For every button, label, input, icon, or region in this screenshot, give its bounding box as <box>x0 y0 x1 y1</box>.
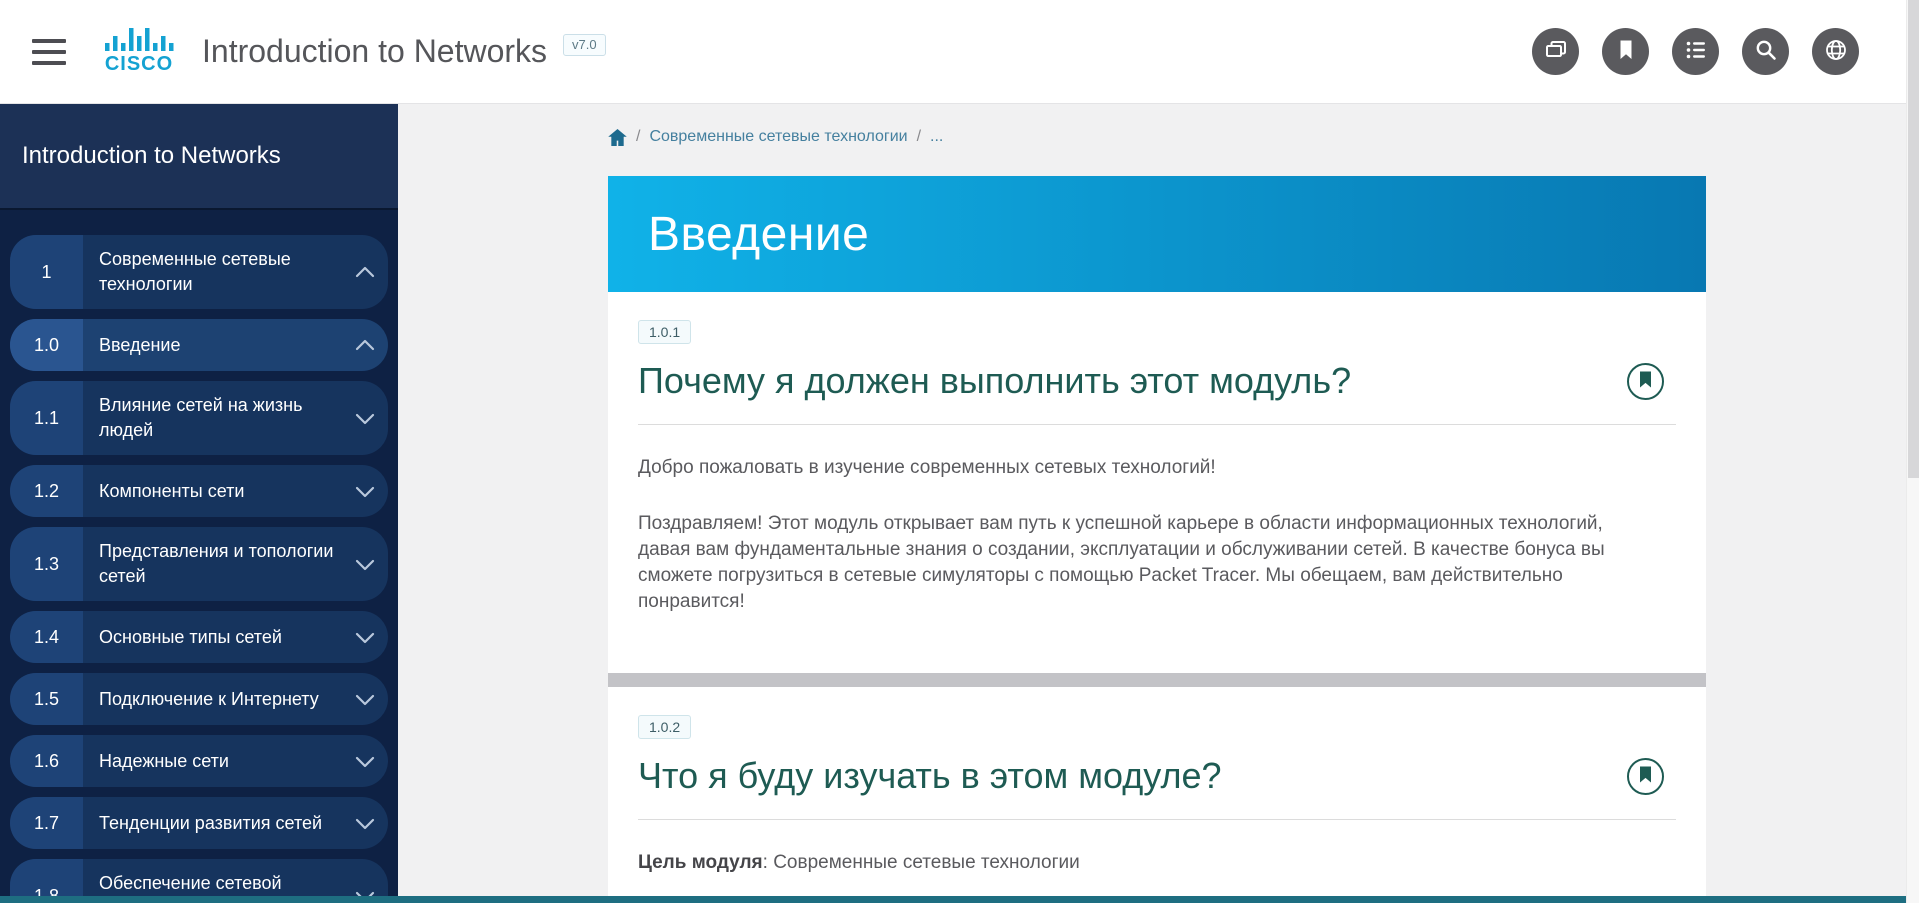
content-section: 1.0.2 Что я буду изучать в этом модуле? Це… <box>608 687 1706 903</box>
sidebar-item-label: Представления и топологии сетей <box>83 527 342 601</box>
sidebar-item-1.4[interactable]: 1.4Основные типы сетей <box>10 611 388 663</box>
bookmark-icon <box>1639 371 1652 391</box>
cisco-logo[interactable]: CISCO <box>102 27 176 76</box>
sidebar-title: Introduction to Networks <box>0 104 398 210</box>
banner-title: Введение <box>648 207 869 262</box>
bookmark-icon <box>1639 766 1652 786</box>
breadcrumb-separator: / <box>636 128 640 146</box>
sidebar-item-1.7[interactable]: 1.7Тенденции развития сетей <box>10 797 388 849</box>
section-badge: 1.0.2 <box>638 715 691 739</box>
pages-icon <box>1543 37 1569 66</box>
sidebar-item-1.0[interactable]: 1.0Введение <box>10 319 388 371</box>
list-button[interactable] <box>1672 28 1719 75</box>
heading-divider <box>638 819 1676 820</box>
sidebar-item-label: Подключение к Интернету <box>83 673 342 725</box>
chevron-down-icon <box>342 611 388 663</box>
sidebar-nav: 1Современные сетевые технологии1.0Введен… <box>0 210 398 903</box>
bookmark-icon <box>1614 38 1638 65</box>
scrollbar[interactable] <box>1906 0 1919 903</box>
sidebar-item-label: Введение <box>83 319 342 371</box>
sidebar-item-label: Компоненты сети <box>83 465 342 517</box>
search-icon <box>1753 37 1779 66</box>
sidebar: Introduction to Networks 1Современные се… <box>0 104 398 903</box>
menu-button[interactable] <box>32 39 66 65</box>
paragraph: Поздравляем! Этот модуль открывает вам п… <box>638 511 1658 615</box>
sidebar-item-1.5[interactable]: 1.5Подключение к Интернету <box>10 673 388 725</box>
app-root: CISCO Introduction to Networks v7.0 Intr… <box>0 0 1919 903</box>
sidebar-item-number: 1.7 <box>10 797 83 849</box>
heading-divider <box>638 424 1676 425</box>
pages-button[interactable] <box>1532 28 1579 75</box>
header-actions <box>1509 28 1859 75</box>
chevron-up-icon <box>342 235 388 309</box>
globe-button[interactable] <box>1812 28 1859 75</box>
paragraph: Цель модуля: Современные сетевые техноло… <box>638 850 1658 876</box>
sidebar-item-number: 1.4 <box>10 611 83 663</box>
sidebar-item-label: Тенденции развития сетей <box>83 797 342 849</box>
main-content: / Современные сетевые технологии / ... В… <box>398 104 1919 903</box>
scrollbar-thumb[interactable] <box>1908 0 1919 478</box>
module-banner: Введение <box>608 176 1706 292</box>
section-heading-row: Что я буду изучать в этом модуле? <box>638 755 1676 797</box>
sidebar-item-1.1[interactable]: 1.1Влияние сетей на жизнь людей <box>10 381 388 455</box>
footer-strip <box>0 896 1919 903</box>
sidebar-item-number: 1.2 <box>10 465 83 517</box>
sections-container: 1.0.1 Почему я должен выполнить этот моду… <box>608 292 1919 903</box>
content-section: 1.0.1 Почему я должен выполнить этот моду… <box>608 292 1706 673</box>
sidebar-item-label: Влияние сетей на жизнь людей <box>83 381 342 455</box>
section-title: Что я буду изучать в этом модуле? <box>638 755 1607 797</box>
bookmark-toggle-button[interactable] <box>1627 363 1664 400</box>
sidebar-item-1[interactable]: 1Современные сетевые технологии <box>10 235 388 309</box>
paragraph-lead: Цель модуля <box>638 852 763 873</box>
cisco-logo-text: CISCO <box>105 53 173 76</box>
sidebar-item-1.2[interactable]: 1.2Компоненты сети <box>10 465 388 517</box>
breadcrumb: / Современные сетевые технологии / ... <box>608 125 1919 149</box>
bookmark-button[interactable] <box>1602 28 1649 75</box>
sidebar-item-1.3[interactable]: 1.3Представления и топологии сетей <box>10 527 388 601</box>
chevron-down-icon <box>342 527 388 601</box>
chevron-up-icon <box>342 319 388 371</box>
sidebar-item-label: Современные сетевые технологии <box>83 235 342 309</box>
header: CISCO Introduction to Networks v7.0 <box>0 0 1919 104</box>
sidebar-item-label: Основные типы сетей <box>83 611 342 663</box>
breadcrumb-ellipsis[interactable]: ... <box>930 128 943 146</box>
paragraph: Добро пожаловать в изучение современных … <box>638 455 1658 481</box>
sidebar-item-number: 1.6 <box>10 735 83 787</box>
section-badge: 1.0.1 <box>638 320 691 344</box>
bookmark-toggle-button[interactable] <box>1627 758 1664 795</box>
chevron-down-icon <box>342 673 388 725</box>
section-heading-row: Почему я должен выполнить этот модуль? <box>638 360 1676 402</box>
version-badge: v7.0 <box>563 34 606 56</box>
chevron-down-icon <box>342 797 388 849</box>
list-icon <box>1683 37 1709 66</box>
cisco-logo-bars-icon <box>102 27 176 52</box>
sidebar-item-1.6[interactable]: 1.6Надежные сети <box>10 735 388 787</box>
course-title: Introduction to Networks <box>202 33 547 70</box>
sidebar-item-number: 1 <box>10 235 83 309</box>
search-button[interactable] <box>1742 28 1789 75</box>
breadcrumb-separator: / <box>917 128 921 146</box>
sidebar-item-number: 1.5 <box>10 673 83 725</box>
sidebar-item-number: 1.0 <box>10 319 83 371</box>
home-icon[interactable] <box>608 129 627 146</box>
chevron-down-icon <box>342 381 388 455</box>
breadcrumb-link[interactable]: Современные сетевые технологии <box>649 128 907 146</box>
chevron-down-icon <box>342 735 388 787</box>
section-divider <box>608 673 1706 687</box>
sidebar-item-number: 1.1 <box>10 381 83 455</box>
sidebar-item-number: 1.3 <box>10 527 83 601</box>
sidebar-item-label: Надежные сети <box>83 735 342 787</box>
globe-icon <box>1823 37 1849 66</box>
section-title: Почему я должен выполнить этот модуль? <box>638 360 1607 402</box>
chevron-down-icon <box>342 465 388 517</box>
